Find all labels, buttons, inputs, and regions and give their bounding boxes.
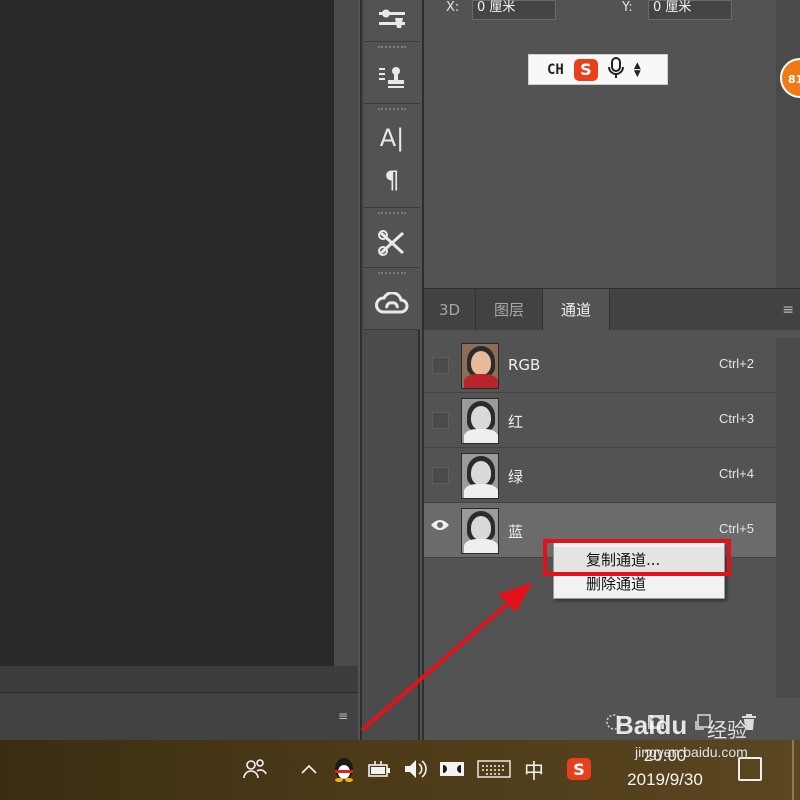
x-position-field[interactable]: 0 厘米	[472, 0, 556, 20]
canvas-vertical-scrollbar[interactable]	[334, 0, 358, 666]
new-channel-icon[interactable]	[694, 712, 714, 732]
save-selection-mask-icon[interactable]	[646, 712, 666, 732]
properties-scrollbar[interactable]	[776, 0, 800, 288]
properties-sliders-icon[interactable]	[364, 0, 420, 40]
tools-icon[interactable]	[364, 220, 420, 266]
speaker-icon[interactable]	[402, 754, 430, 784]
panel-tab-bar: 3D 图层 通道 ≡	[424, 288, 800, 331]
character-icon[interactable]: A|	[364, 116, 420, 160]
channel-row-rgb[interactable]: RGB Ctrl+2	[424, 338, 776, 393]
windows-taskbar: 中 S 20:00 2019/9/30	[0, 740, 800, 800]
creative-cloud-icon[interactable]	[364, 280, 420, 328]
ime-expand-icon[interactable]: ▲ ▼	[634, 61, 641, 78]
keyboard-icon[interactable]	[476, 754, 512, 784]
properties-panel: X: 0 厘米 Y: 0 厘米	[422, 0, 800, 288]
paths-stamp-icon[interactable]	[364, 54, 420, 102]
channels-footer	[424, 706, 800, 740]
channel-shortcut: Ctrl+4	[718, 466, 754, 481]
panel-dock-strip: A| ¶	[360, 0, 420, 740]
channel-row-green[interactable]: 绿 Ctrl+4	[424, 448, 776, 503]
microphone-icon[interactable]	[607, 56, 624, 83]
channel-list: RGB Ctrl+2 红 Ctrl+3 绿 Ctrl+4 蓝 Ctrl+5	[424, 338, 776, 558]
channels-panel: 3D 图层 通道 ≡ RGB Ctrl+2 红 Ctrl+3 绿 Ctrl+4	[422, 288, 800, 740]
channel-visibility-toggle[interactable]	[432, 467, 449, 484]
paragraph-icon[interactable]: ¶	[364, 160, 420, 200]
document-canvas[interactable]	[0, 0, 334, 666]
canvas-bottom-panel: ≡	[0, 692, 358, 740]
sogou-logo-icon[interactable]: S	[573, 58, 598, 81]
channel-name: RGB	[508, 356, 541, 374]
qq-penguin-icon[interactable]	[330, 754, 358, 784]
show-desktop-divider[interactable]	[792, 740, 794, 800]
battery-icon[interactable]	[366, 754, 394, 784]
channel-name: 红	[508, 413, 524, 431]
channel-visibility-toggle[interactable]	[432, 412, 449, 429]
ime-mode-label[interactable]: CH	[547, 62, 564, 78]
tool-group-cloud	[364, 268, 420, 330]
channel-thumbnail	[461, 398, 499, 444]
y-label: Y:	[622, 0, 633, 15]
channel-name: 绿	[508, 468, 524, 486]
clock-time: 20:00	[643, 746, 687, 765]
tool-group-tools	[364, 208, 420, 268]
tool-group-paths	[364, 42, 420, 104]
channel-thumbnail	[461, 508, 499, 554]
clock-date: 2019/9/30	[627, 770, 703, 789]
channel-shortcut: Ctrl+5	[718, 521, 754, 536]
tab-layers[interactable]: 图层	[476, 289, 543, 331]
channel-shortcut: Ctrl+2	[718, 356, 754, 371]
trash-icon[interactable]	[739, 712, 759, 732]
ime-toolbar[interactable]: CH S ▲ ▼	[528, 54, 668, 85]
document-canvas-area: ≡	[0, 0, 358, 740]
taskbar-clock[interactable]: 20:00 2019/9/30	[610, 744, 720, 792]
channel-shortcut: Ctrl+3	[718, 411, 754, 426]
channel-row-red[interactable]: 红 Ctrl+3	[424, 393, 776, 448]
people-icon[interactable]	[240, 754, 270, 784]
eye-icon[interactable]	[430, 518, 449, 535]
panel-menu-icon[interactable]: ≡	[782, 302, 794, 318]
tab-3d[interactable]: 3D	[424, 289, 476, 331]
channel-visibility-toggle[interactable]	[432, 357, 449, 374]
load-selection-icon[interactable]	[604, 712, 624, 732]
tab-channels[interactable]: 通道	[543, 289, 610, 331]
chevron-up-icon[interactable]	[298, 754, 320, 784]
canvas-panel-menu-icon[interactable]: ≡	[338, 709, 348, 723]
y-position-field[interactable]: 0 厘米	[648, 0, 732, 20]
action-center-icon[interactable]	[738, 757, 762, 781]
dolby-icon[interactable]	[438, 754, 466, 784]
channel-thumbnail	[461, 343, 499, 389]
annotation-highlight-box	[543, 539, 731, 576]
channel-list-scrollbar[interactable]	[776, 338, 800, 698]
x-label: X:	[446, 0, 460, 15]
tool-group-type: A| ¶	[364, 104, 420, 208]
tool-group-properties	[364, 0, 420, 42]
sogou-tray-label: S	[567, 758, 591, 780]
channel-name: 蓝	[508, 523, 524, 541]
ime-language-indicator[interactable]: 中	[520, 754, 548, 784]
channel-thumbnail	[461, 453, 499, 499]
sogou-tray-icon[interactable]: S	[565, 754, 593, 784]
